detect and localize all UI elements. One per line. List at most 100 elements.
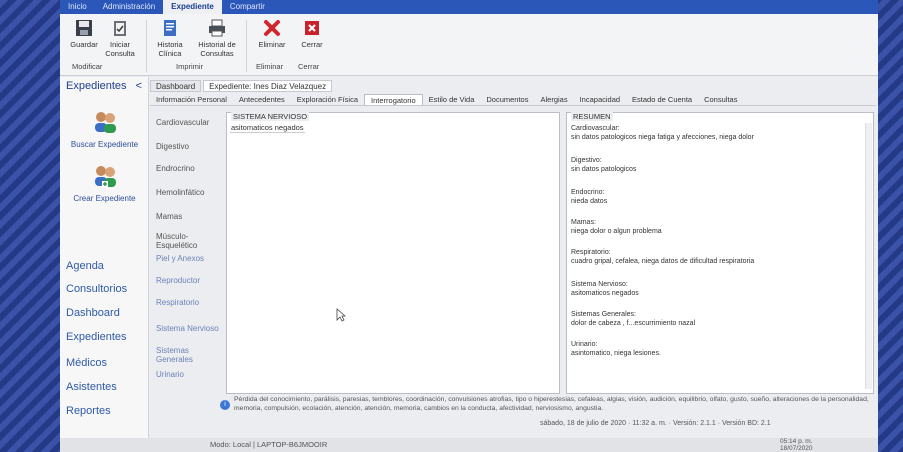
- summary-label: Cardiovascular:: [571, 125, 620, 132]
- tab-expediente[interactable]: Expediente: [163, 0, 222, 14]
- save-button[interactable]: Guardar: [64, 18, 104, 49]
- nav-consultorios[interactable]: Consultorios: [66, 283, 127, 295]
- subtab-exploracion[interactable]: Exploración Física: [291, 94, 364, 105]
- tab-dashboard[interactable]: Dashboard: [150, 80, 202, 92]
- tab-compartir[interactable]: Compartir: [222, 0, 273, 14]
- system-item[interactable]: Hemolinfático: [156, 188, 220, 197]
- delete-x-icon: [264, 20, 280, 36]
- system-notes-panel: SISTEMA NERVIOSO asitomaticos negados: [226, 112, 560, 394]
- ribbon-separator: [146, 20, 147, 72]
- leftnav-header: Expedientes <: [60, 77, 148, 95]
- system-item[interactable]: Cardiovascular: [156, 118, 220, 127]
- consult-history-label: Historial de Consultas: [198, 40, 236, 58]
- group-close: Cerrar: [298, 62, 320, 71]
- clinical-history-button[interactable]: Historia Clínica: [150, 18, 190, 58]
- tab-patient-record[interactable]: Expediente: Ines Diaz Velazquez: [203, 80, 333, 92]
- system-item[interactable]: Músculo-Esquelético: [156, 232, 220, 250]
- tab-administracion[interactable]: Administración: [95, 0, 163, 14]
- mouse-cursor-icon: [336, 308, 346, 322]
- save-label: Guardar: [70, 40, 98, 49]
- subtab-interrogatorio[interactable]: Interrogatorio: [364, 94, 423, 105]
- delete-label: Eliminar: [258, 40, 286, 49]
- document-tabs: Dashboard Expediente: Ines Diaz Velazque…: [150, 80, 334, 92]
- close-icon: [305, 21, 319, 35]
- summary-entry: Sistemas Generales: dolor de cabeza , f..…: [571, 311, 851, 328]
- summary-entry: Mamas: niega dolor o algun problema: [571, 219, 851, 236]
- start-consult-label: Iniciar Consulta: [105, 40, 135, 58]
- system-notes-textarea[interactable]: asitomaticos negados: [230, 123, 305, 133]
- summary-label: Endocrino:: [571, 189, 605, 196]
- summary-value: sin datos patologicos niega fatiga y afe…: [571, 133, 754, 141]
- summary-label: Sistemas Generales:: [571, 311, 636, 318]
- summary-scrollbar[interactable]: [865, 123, 872, 389]
- summary-panel: RESUMEN Cardiovascular: sin datos patolog…: [566, 112, 874, 394]
- summary-label: Digestivo:: [571, 157, 602, 164]
- subtab-personal-info[interactable]: Información Personal: [150, 94, 233, 105]
- subtab-estilo-vida[interactable]: Estilo de Vida: [423, 94, 481, 105]
- subtab-estado-cuenta[interactable]: Estado de Cuenta: [626, 94, 698, 105]
- system-item[interactable]: Piel y Anexos: [156, 254, 220, 263]
- system-item[interactable]: Digestivo: [156, 142, 220, 151]
- system-item[interactable]: Reproductor: [156, 276, 220, 285]
- tab-inicio[interactable]: Inicio: [60, 0, 95, 14]
- subtab-consultas[interactable]: Consultas: [698, 94, 743, 105]
- summary-label: Urinario:: [571, 341, 598, 348]
- summary-value: niega dolor o algun problema: [571, 227, 662, 235]
- subtab-antecedentes[interactable]: Antecedentes: [233, 94, 291, 105]
- system-item[interactable]: Urinario: [156, 370, 220, 379]
- nav-agenda[interactable]: Agenda: [66, 260, 104, 272]
- app-window: Inicio Administración Expediente Compart…: [60, 0, 878, 452]
- taskbar-date: 18/07/2020: [780, 445, 813, 452]
- ribbon: Guardar Iniciar Consulta Historia Clínic…: [60, 14, 878, 76]
- search-record-button[interactable]: Buscar Expediente: [60, 107, 149, 149]
- version-datetime: sábado, 18 de julio de 2020 · 11:32 a. m…: [540, 420, 771, 427]
- summary-entry: Urinario: asintomatico, niega lesiones.: [571, 341, 851, 358]
- summary-value: asitomaticos negados: [571, 289, 639, 297]
- summary-entry: Sistema Nervioso: asitomaticos negados: [571, 281, 851, 298]
- collapse-button[interactable]: <: [136, 80, 142, 92]
- subtab-documentos[interactable]: Documentos: [480, 94, 534, 105]
- summary-label: Sistema Nervioso:: [571, 281, 628, 288]
- info-hint: i Pérdida del conocimiento, parálisis, p…: [220, 395, 876, 423]
- system-item[interactable]: Mamas: [156, 212, 220, 221]
- nav-asistentes[interactable]: Asistentes: [66, 381, 117, 393]
- subtab-alergias[interactable]: Alergias: [534, 94, 573, 105]
- subtab-incapacidad[interactable]: Incapacidad: [574, 94, 626, 105]
- record-subtabs: Información Personal Antecedentes Explor…: [150, 94, 876, 106]
- system-item-selected[interactable]: Sistema Nervioso: [156, 324, 220, 333]
- summary-value: cuadro gripal, cefalea, niega datos de d…: [571, 257, 755, 265]
- summary-value: nieda datos: [571, 197, 608, 205]
- summary-entry: Cardiovascular: sin datos patologicos nie…: [571, 125, 851, 142]
- start-consult-button[interactable]: Iniciar Consulta: [100, 18, 140, 58]
- delete-button[interactable]: Eliminar: [252, 18, 292, 49]
- ribbon-tab-bar: Inicio Administración Expediente Compart…: [60, 0, 878, 14]
- nav-medicos[interactable]: Médicos: [66, 357, 107, 369]
- clinical-history-label: Historia Clínica: [157, 40, 183, 58]
- system-item[interactable]: Respiratorio: [156, 298, 220, 307]
- info-icon: i: [220, 400, 230, 410]
- consult-history-button[interactable]: Historial de Consultas: [194, 18, 240, 58]
- nav-dashboard[interactable]: Dashboard: [66, 307, 120, 319]
- close-button[interactable]: Cerrar: [292, 18, 332, 49]
- taskbar-clock: 05:14 p. m.: [780, 438, 813, 445]
- system-notes-title: SISTEMA NERVIOSO: [231, 112, 310, 121]
- summary-value: dolor de cabeza , f...escurrimiento naza…: [571, 319, 696, 327]
- info-text: Pérdida del conocimiento, parálisis, par…: [234, 396, 869, 412]
- left-navigation: Expedientes < Buscar Expediente Crear Ex…: [60, 77, 149, 452]
- printer-icon: [209, 19, 225, 37]
- nav-reportes[interactable]: Reportes: [66, 405, 111, 417]
- system-item[interactable]: Endrocrino: [156, 164, 220, 173]
- status-bar: Modo: Local | LAPTOP-B6JMOOIR 05:14 p. m…: [60, 438, 878, 452]
- clipboard-check-icon: [114, 21, 126, 36]
- ribbon-separator: [246, 20, 247, 72]
- group-modify: Modificar: [72, 62, 103, 71]
- leftnav-title: Expedientes: [66, 80, 127, 92]
- systems-list: Cardiovascular Digestivo Endrocrino Hemo…: [152, 108, 220, 398]
- nav-expedientes[interactable]: Expedientes: [66, 331, 127, 343]
- create-record-label: Crear Expediente: [73, 194, 136, 203]
- close-label: Cerrar: [301, 40, 323, 49]
- create-record-button[interactable]: Crear Expediente: [60, 161, 149, 203]
- system-item[interactable]: Sistemas Generales: [156, 346, 220, 364]
- summary-title: RESUMEN: [571, 112, 613, 121]
- save-icon: [76, 20, 92, 36]
